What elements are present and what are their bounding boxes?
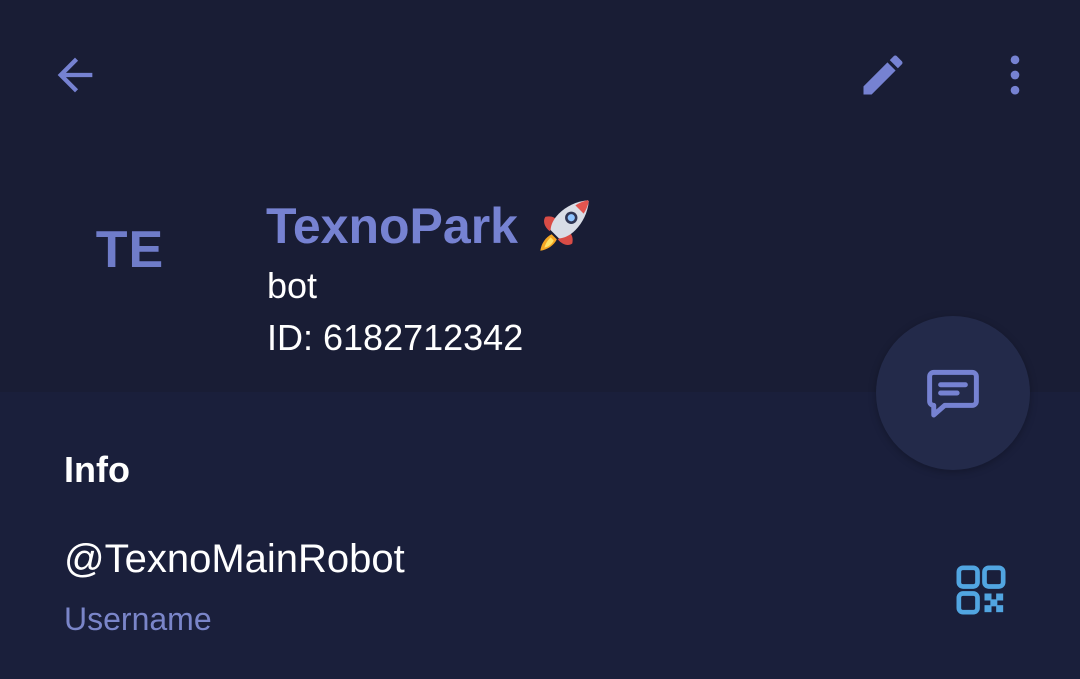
message-button[interactable] — [876, 316, 1030, 470]
message-icon — [927, 369, 979, 418]
avatar-initials: TE — [95, 221, 165, 279]
username-value: @TexnoMainRobot — [64, 537, 405, 581]
qr-code-button[interactable] — [946, 555, 1016, 625]
arrow-left-icon — [57, 57, 93, 93]
qr-code-icon — [956, 565, 1006, 615]
profile-name: TexnoPark — [266, 194, 596, 258]
info-section-title: Info — [64, 449, 130, 490]
avatar[interactable]: TE — [60, 180, 200, 320]
vertical-dots-icon — [1010, 55, 1020, 95]
rocket-icon — [540, 200, 589, 251]
more-options-button[interactable] — [980, 40, 1050, 110]
profile-id: ID: 6182712342 — [267, 317, 524, 358]
profile-name-text: TexnoPark — [266, 198, 518, 254]
pencil-icon — [863, 55, 903, 95]
back-button[interactable] — [40, 40, 110, 110]
username-row[interactable]: @TexnoMainRobot Username — [0, 520, 1080, 670]
edit-button[interactable] — [848, 40, 918, 110]
profile-status: bot — [267, 265, 318, 306]
username-label: Username — [64, 601, 212, 637]
top-toolbar — [0, 0, 1080, 150]
